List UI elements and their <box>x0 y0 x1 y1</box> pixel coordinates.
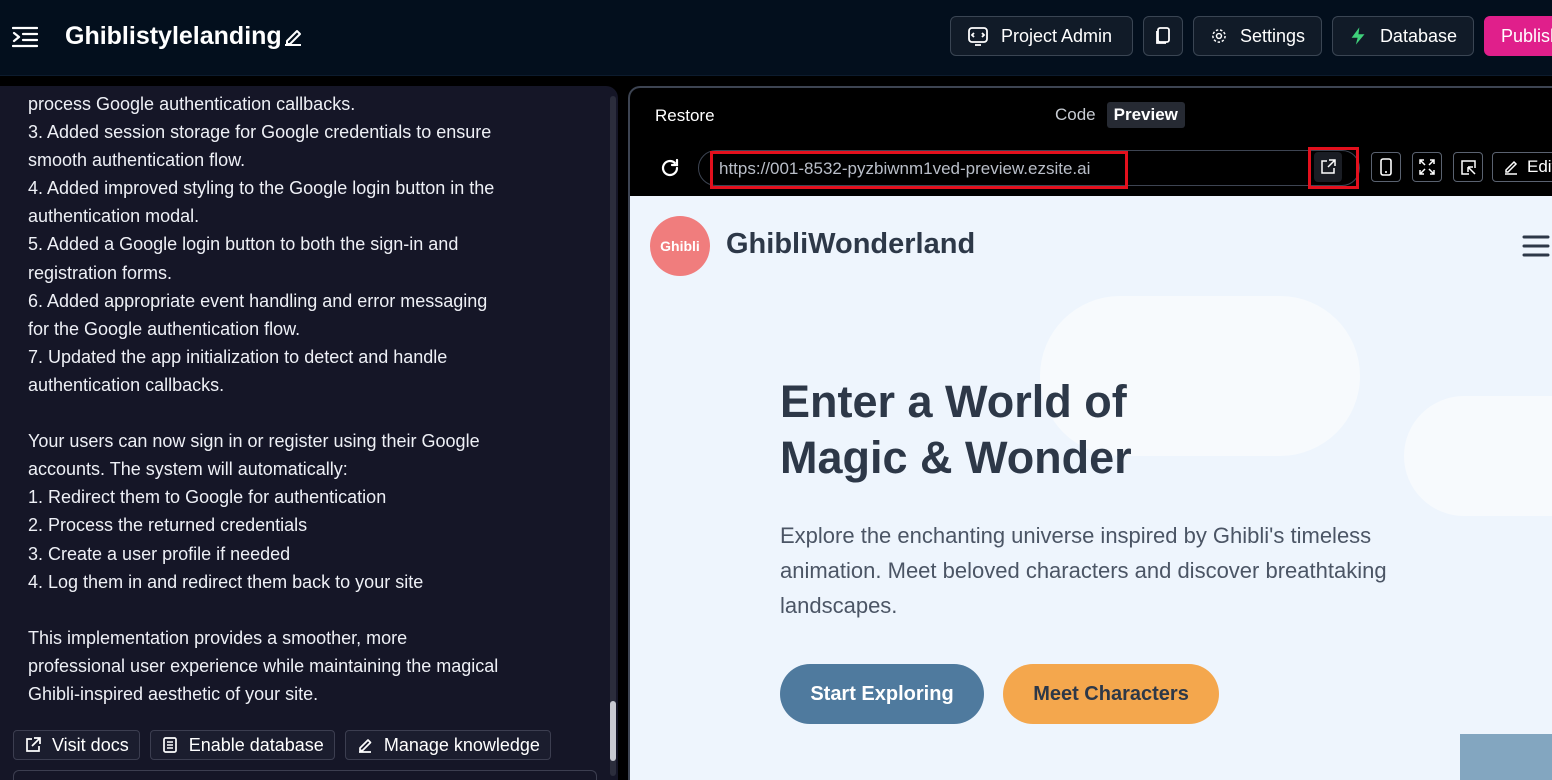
fullscreen-icon <box>1419 159 1435 175</box>
tab-code[interactable]: Code <box>1048 102 1103 128</box>
pencil-icon <box>358 739 372 753</box>
site-brand[interactable]: GhibliWonderland <box>726 228 975 261</box>
fullscreen-button[interactable] <box>1412 152 1442 182</box>
site-logo[interactable]: Ghibli <box>650 216 710 276</box>
gear-icon <box>1212 29 1226 43</box>
project-admin-button[interactable]: Project Admin <box>950 16 1133 56</box>
site-preview: Ghibli GhibliWonderland Enter a World of… <box>630 196 1552 780</box>
pencil-icon[interactable] <box>281 25 305 49</box>
database-label: Database <box>1379 25 1457 46</box>
enable-database-button[interactable]: Enable database <box>149 730 335 760</box>
sidebar-toggle-icon[interactable] <box>12 25 38 49</box>
visit-docs-button[interactable]: Visit docs <box>13 730 140 760</box>
hero-title-line: Enter a World of <box>780 376 1127 427</box>
publish-button[interactable]: Publish <box>1484 16 1552 56</box>
scroll-to-top-block[interactable] <box>1460 734 1552 780</box>
mobile-view-button[interactable] <box>1371 152 1401 182</box>
tab-preview[interactable]: Preview <box>1106 102 1185 128</box>
meet-characters-button[interactable]: Meet Characters <box>1003 664 1219 724</box>
copy-icon <box>1156 27 1170 44</box>
hero-description: Explore the enchanting universe inspired… <box>780 523 1387 618</box>
chat-scrollbar[interactable] <box>610 96 616 776</box>
select-element-button[interactable] <box>1453 152 1483 182</box>
database-button[interactable]: Database <box>1332 16 1474 56</box>
manage-knowledge-button[interactable]: Manage knowledge <box>344 730 551 760</box>
phone-icon <box>1380 158 1392 176</box>
open-new-tab-highlight <box>1308 147 1359 189</box>
site-navbar: Ghibli GhibliWonderland <box>630 196 1552 286</box>
hero-title: Enter a World of Magic & Wonder <box>780 374 1200 486</box>
edit-button[interactable]: Edit <box>1492 152 1552 182</box>
cloud-decoration <box>1404 396 1552 516</box>
preview-panel: Restore Code Preview https://001-8532-py… <box>628 86 1552 780</box>
admin-panel-icon <box>968 27 988 46</box>
assistant-message: process Google authentication callbacks.… <box>28 94 499 704</box>
quick-actions: Visit docs Enable database Manage knowle… <box>13 730 551 760</box>
external-link-icon <box>26 737 41 752</box>
pencil-icon <box>1505 160 1518 175</box>
publish-label: Publish <box>1501 25 1552 46</box>
visit-docs-label: Visit docs <box>52 734 129 755</box>
select-cursor-icon <box>1461 160 1476 175</box>
scrollbar-thumb[interactable] <box>610 701 616 761</box>
top-bar: Ghiblistylelanding Project Admin Setting… <box>0 0 1552 76</box>
restore-button[interactable]: Restore <box>655 106 715 126</box>
hero-title-line: Magic & Wonder <box>780 432 1132 483</box>
manage-knowledge-label: Manage knowledge <box>383 734 540 755</box>
chat-panel: process Google authentication callbacks.… <box>0 86 618 780</box>
copy-button[interactable] <box>1143 16 1183 56</box>
hamburger-menu-icon[interactable] <box>1522 234 1550 258</box>
settings-label: Settings <box>1239 25 1305 46</box>
enable-database-label: Enable database <box>188 734 324 755</box>
project-admin-label: Project Admin <box>1001 25 1113 46</box>
database-icon <box>162 737 177 753</box>
chat-input[interactable] <box>13 770 597 780</box>
project-title: Ghiblistylelanding <box>65 22 282 50</box>
settings-button[interactable]: Settings <box>1193 16 1322 56</box>
lightning-icon <box>1351 27 1365 45</box>
view-toggle: Code Preview <box>1048 102 1185 128</box>
url-highlight <box>710 151 1128 189</box>
edit-label: Edit <box>1527 157 1552 176</box>
start-exploring-button[interactable]: Start Exploring <box>780 664 984 724</box>
reload-icon[interactable] <box>659 157 681 179</box>
